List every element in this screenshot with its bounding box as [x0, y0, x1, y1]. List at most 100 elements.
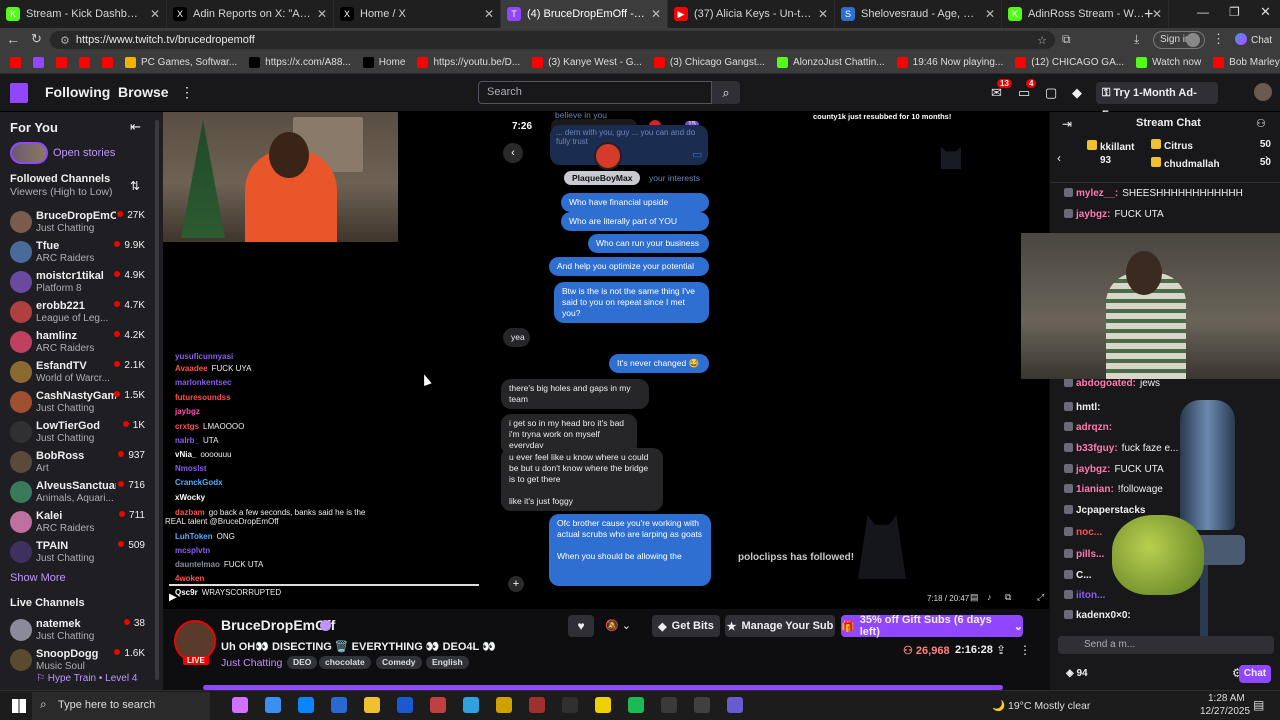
chat-username[interactable]: jaybgz: — [1076, 464, 1110, 475]
taskbar-app-icon[interactable] — [298, 697, 314, 713]
browser-tab[interactable]: X Home / X ✕ — [334, 0, 501, 28]
tab-close-icon[interactable]: ✕ — [484, 7, 494, 21]
bookmark-item[interactable]: https://youtu.be/D... — [417, 57, 520, 68]
bookmark-item[interactable]: (3) Chicago Gangst... — [653, 57, 765, 68]
taskbar-app-icon[interactable] — [628, 697, 644, 713]
chat-username[interactable]: hmtl: — [1076, 402, 1100, 413]
pip-icon[interactable]: ⧉ — [1005, 592, 1011, 603]
crown-icon[interactable]: ◆ — [1072, 85, 1082, 101]
chat-username[interactable]: kadenx0×0: — [1076, 610, 1131, 621]
taskbar-app-icon[interactable] — [595, 697, 611, 713]
bookmark-item[interactable]: Watch now — [1136, 57, 1201, 68]
gifter-entry[interactable]: Citrus 50 — [1151, 139, 1271, 152]
bookmark-item[interactable] — [102, 57, 113, 68]
download-icon[interactable]: ⤓ — [1134, 32, 1139, 47]
taskbar-app-icon[interactable] — [463, 697, 479, 713]
sidebar-channel[interactable]: SnoopDogg Music Soul 1.6K — [0, 645, 163, 675]
taskbar-app-icon[interactable] — [694, 697, 710, 713]
video-player[interactable]: 7:26 15 ‹ believe in you ... dem with yo… — [163, 112, 1049, 609]
sidebar-channel[interactable]: CashNastyGam...Just Chatting 1.5K — [0, 387, 163, 417]
chat-username[interactable]: mylez__: — [1076, 188, 1118, 199]
sidebar-channel[interactable]: BruceDropEmOffJust Chatting 27K — [0, 207, 163, 237]
avatar[interactable] — [1186, 33, 1200, 47]
weather-widget[interactable]: 🌙 19°C Mostly clear — [992, 699, 1090, 712]
browser-tab[interactable]: S Shelovesraud - Age, Bio, Family | F ✕ — [835, 0, 1002, 28]
browser-tab[interactable]: K Stream - Kick Dashboard ✕ — [0, 0, 167, 28]
tab-close-icon[interactable]: ✕ — [818, 7, 828, 21]
sidebar-channel[interactable]: moistcr1tikal Platform 8 4.9K — [0, 267, 163, 297]
stream-tag[interactable]: chocolate — [319, 656, 371, 669]
bookmark-item[interactable]: Bob Marley - Waiti... — [1213, 57, 1280, 68]
chat-users-icon[interactable]: ⚇ — [1256, 117, 1266, 130]
captions-icon[interactable]: ▤ — [970, 592, 979, 603]
fullscreen-icon[interactable]: ⤢ — [1037, 592, 1044, 603]
taskbar-search-input[interactable]: Type here to search — [32, 692, 210, 720]
bookmark-item[interactable]: (12) CHICAGO GA... — [1015, 57, 1124, 68]
chat-input[interactable]: Send a m... — [1058, 636, 1274, 654]
whispers-icon[interactable]: ▢ — [1045, 85, 1057, 101]
bookmark-item[interactable]: https://x.com/A88... — [249, 57, 351, 68]
collapse-chat-icon[interactable]: ⇥ — [1062, 117, 1072, 131]
bookmark-item[interactable] — [56, 57, 67, 68]
tab-close-icon[interactable]: ✕ — [1152, 7, 1162, 21]
sidebar-channel[interactable]: hamlinz ARC Raiders 4.2K — [0, 327, 163, 357]
browser-tab[interactable]: X Adin Reports on X: "Adin Ross cla ✕ — [167, 0, 334, 28]
chat-username[interactable]: pills... — [1076, 549, 1104, 560]
volume-icon[interactable]: ♪ — [987, 592, 992, 602]
taskbar-app-icon[interactable] — [397, 697, 413, 713]
stream-tag[interactable]: English — [426, 656, 469, 669]
back-icon[interactable]: ← — [6, 31, 20, 47]
show-more-link[interactable]: Show More — [10, 572, 66, 584]
category-link[interactable]: Just Chatting — [221, 657, 282, 669]
menu-dots-icon[interactable]: ⋮ — [1212, 31, 1225, 47]
bookmark-item[interactable] — [79, 57, 90, 68]
notification-center-icon[interactable]: ▤ — [1253, 698, 1264, 712]
tab-close-icon[interactable]: ✕ — [150, 7, 160, 21]
bookmark-item[interactable]: AlonzoJust Chattin... — [776, 57, 885, 68]
sidebar-channel[interactable]: Tfue ARC Raiders 9.9K — [0, 237, 163, 267]
bookmark-item[interactable] — [10, 57, 21, 68]
bookmark-star-icon[interactable]: ☆ — [1037, 34, 1047, 47]
gifter-entry[interactable]: chudmallah 50 — [1151, 157, 1271, 170]
browse-link[interactable]: Browse — [118, 84, 169, 100]
more-dots-icon[interactable]: ⋮ — [180, 84, 194, 101]
sidebar-channel[interactable]: natemek Just Chatting 38 — [0, 615, 163, 645]
reload-icon[interactable]: ↻ — [31, 31, 42, 47]
chat-username[interactable]: 1ianian: — [1076, 484, 1114, 495]
sidebar-channel[interactable]: Kalei ARC Raiders 711 — [0, 507, 163, 537]
taskbar-app-icon[interactable] — [727, 697, 743, 713]
bookmark-item[interactable]: (3) Kanye West - G... — [532, 57, 642, 68]
collapse-sidebar-icon[interactable]: ⇤ — [130, 119, 141, 135]
channel-points-value[interactable]: ◈ 94 — [1066, 668, 1088, 679]
get-bits-button[interactable]: ◆ Get Bits — [652, 615, 720, 637]
taskbar-app-icon[interactable] — [232, 697, 248, 713]
taskbar-app-icon[interactable] — [496, 697, 512, 713]
search-input[interactable]: Search — [478, 81, 712, 104]
windows-start-icon[interactable] — [12, 699, 26, 713]
window-restore-icon[interactable]: ❐ — [1229, 5, 1240, 19]
gifter-entry[interactable]: kkillant 93 — [1087, 140, 1147, 166]
chat-username[interactable]: adrqzn: — [1076, 422, 1112, 433]
sidebar-channel[interactable]: LowTierGod Just Chatting 1K — [0, 417, 163, 447]
sort-icon[interactable]: ⇅ — [130, 179, 140, 193]
window-minimize-icon[interactable]: — — [1197, 5, 1209, 19]
follow-heart-button[interactable]: ♥ — [568, 615, 594, 637]
sidebar-channel[interactable]: BobRoss Art 937 — [0, 447, 163, 477]
bookmark-item[interactable]: Home — [362, 57, 405, 68]
ad-free-button[interactable]: ⚿ Try 1-Month Ad-Free — [1096, 82, 1218, 121]
chat-username[interactable]: jaybgz: — [1076, 209, 1110, 220]
stories-avatars[interactable] — [10, 142, 48, 164]
browser-tab[interactable]: ▶ (37) Alicia Keys - Un-thinkable (I'm ✕ — [668, 0, 835, 28]
more-options-icon[interactable]: ⋮ — [1019, 643, 1031, 657]
url-field[interactable]: ⚙ https://www.twitch.tv/brucedropemoff ☆ — [50, 31, 1055, 49]
following-link[interactable]: Following — [45, 84, 110, 100]
stream-tag[interactable]: Comedy — [376, 656, 422, 669]
manage-sub-button[interactable]: ★ Manage Your Sub — [725, 615, 835, 637]
channel-name[interactable]: BruceDropEmOff — [221, 617, 335, 633]
chat-username[interactable]: Jcpaperstacks — [1076, 505, 1146, 516]
taskbar-app-icon[interactable] — [661, 697, 677, 713]
play-icon[interactable]: ▶ — [169, 592, 177, 603]
seek-bar[interactable] — [169, 584, 479, 586]
bookmark-item[interactable] — [33, 57, 44, 68]
share-icon[interactable]: ⇪ — [996, 643, 1006, 657]
